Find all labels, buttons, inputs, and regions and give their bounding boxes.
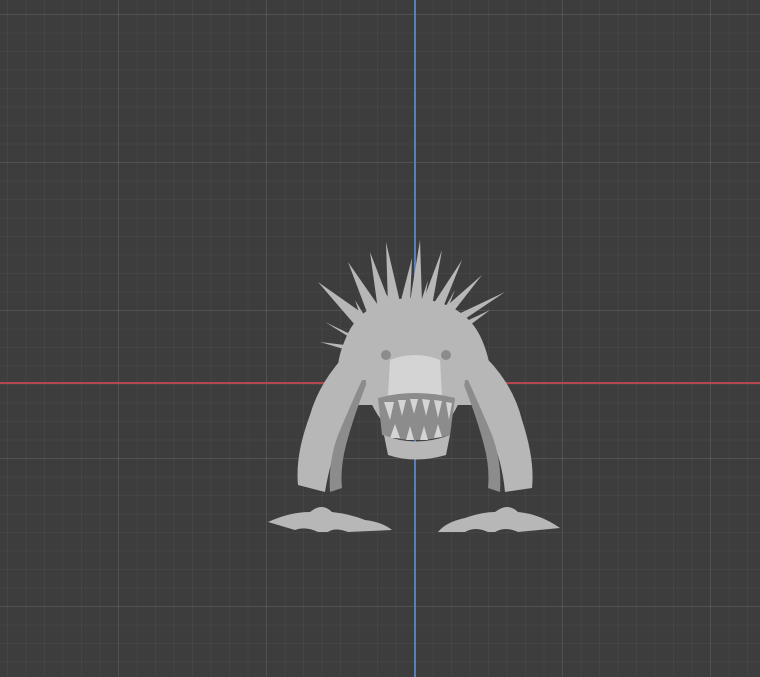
3d-viewport[interactable] <box>0 0 760 677</box>
creature-model[interactable] <box>250 230 580 550</box>
left-foot <box>268 507 392 532</box>
right-foot <box>438 507 560 532</box>
creature-snout <box>388 355 442 399</box>
